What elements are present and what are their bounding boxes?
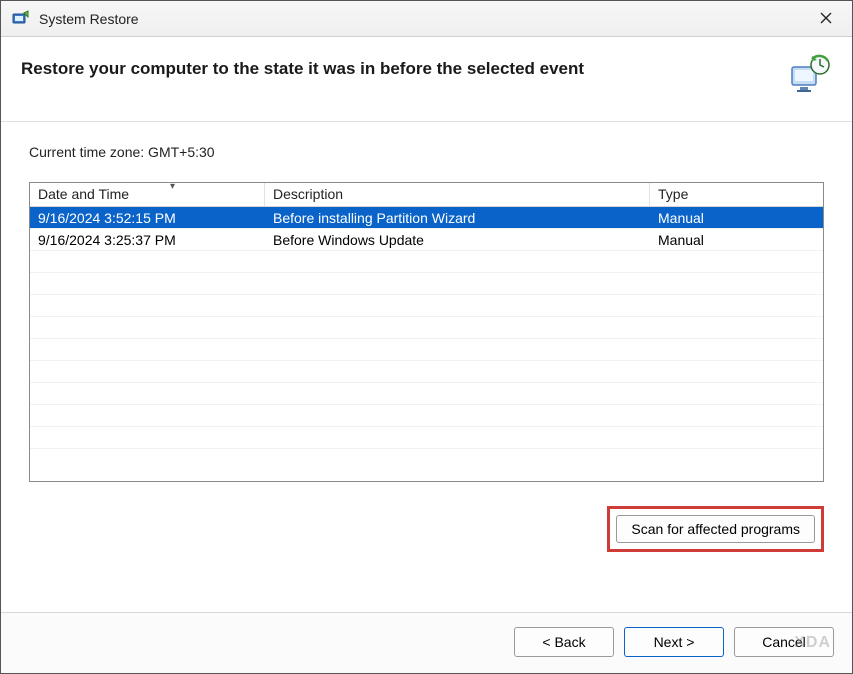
cell-type: Manual [650, 210, 823, 226]
back-button[interactable]: < Back [514, 627, 614, 657]
window-title: System Restore [39, 11, 139, 27]
cell-datetime: 9/16/2024 3:25:37 PM [30, 232, 265, 248]
next-button[interactable]: Next > [624, 627, 724, 657]
wizard-body: Current time zone: GMT+5:30 Date and Tim… [1, 122, 852, 612]
table-body: 9/16/2024 3:52:15 PM Before installing P… [30, 207, 823, 481]
scan-button-highlight: Scan for affected programs [607, 506, 824, 552]
titlebar: System Restore [1, 1, 852, 37]
system-restore-window: System Restore Restore your computer to … [0, 0, 853, 674]
column-header-description[interactable]: Description [265, 183, 650, 206]
cell-type: Manual [650, 232, 823, 248]
close-button[interactable] [806, 3, 846, 33]
table-row[interactable]: 9/16/2024 3:25:37 PM Before Windows Upda… [30, 229, 823, 251]
cell-datetime: 9/16/2024 3:52:15 PM [30, 210, 265, 226]
restore-points-table[interactable]: Date and Time ▾ Description Type 9/16/20… [29, 182, 824, 482]
restore-icon [788, 53, 832, 97]
sort-indicator-icon: ▾ [170, 182, 175, 192]
scan-affected-programs-button[interactable]: Scan for affected programs [616, 515, 815, 543]
table-header-row: Date and Time ▾ Description Type [30, 183, 823, 207]
wizard-header: Restore your computer to the state it wa… [1, 37, 852, 122]
column-header-type[interactable]: Type [650, 183, 823, 206]
cancel-button[interactable]: Cancel [734, 627, 834, 657]
app-icon [11, 9, 31, 29]
cell-description: Before Windows Update [265, 232, 650, 248]
timezone-label: Current time zone: GMT+5:30 [29, 144, 824, 160]
wizard-footer: < Back Next > Cancel [1, 612, 852, 673]
table-row[interactable]: 9/16/2024 3:52:15 PM Before installing P… [30, 207, 823, 229]
close-icon [820, 12, 832, 24]
column-header-datetime[interactable]: Date and Time ▾ [30, 183, 265, 206]
cell-description: Before installing Partition Wizard [265, 210, 650, 226]
wizard-heading: Restore your computer to the state it wa… [21, 53, 776, 79]
scan-row: Scan for affected programs [29, 506, 824, 552]
